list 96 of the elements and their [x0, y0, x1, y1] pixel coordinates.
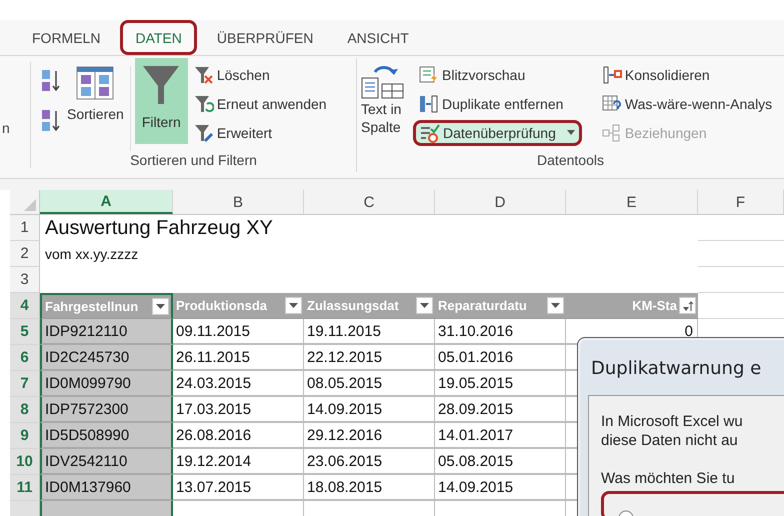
column-title: Zulassungsdat [307, 298, 399, 313]
row-number[interactable]: 6 [10, 345, 40, 371]
group-label: n [1, 120, 10, 136]
table-cell: 05.01.2016 [435, 345, 566, 371]
table-cell: 18.08.2015 [304, 475, 435, 501]
table-cell: 29.12.2016 [304, 423, 435, 449]
ribbon-command[interactable]: Was-wäre-wenn-Analys [596, 91, 778, 117]
column-title: Produktionsda [176, 298, 268, 313]
group-label: Datentools [536, 152, 605, 170]
filter-button[interactable]: Filtern [134, 58, 188, 144]
table-cell: 23.06.2015 [304, 449, 435, 475]
radio-button[interactable] [618, 510, 634, 516]
question-text: Was möchten Sie tu [601, 470, 736, 487]
caret-icon [420, 302, 429, 308]
row-number[interactable]: 9 [10, 423, 40, 449]
table-cell: ID2C245730 [40, 345, 173, 371]
table-cell: 26.11.2015 [173, 345, 304, 371]
row-number[interactable]: 8 [10, 397, 40, 423]
text-to-columns-button[interactable]: Text in Spalte [357, 58, 413, 136]
row-number[interactable]: 3 [10, 267, 40, 293]
row-number[interactable]: 5 [10, 319, 40, 345]
funnel-pencil-icon [194, 123, 214, 143]
column-title: Fahrgestellnun [45, 299, 138, 314]
column-header[interactable]: F [698, 190, 784, 214]
text-columns-icon [361, 64, 405, 100]
table-cell: ID0M099790 [40, 371, 173, 397]
table-cell: 13.07.2015 [173, 475, 304, 501]
caret-icon [566, 130, 575, 136]
ribbon-command[interactable]: Löschen [188, 62, 333, 88]
ribbon-command[interactable]: Datenüberprüfung [413, 120, 582, 146]
table-cell: 19.11.2015 [304, 319, 435, 345]
funnel-refresh-icon [194, 94, 214, 114]
caret-icon [156, 304, 165, 310]
row-number[interactable]: 1 [10, 215, 40, 241]
table-cell: 22.12.2015 [304, 345, 435, 371]
message-text: diese Daten nicht au [601, 431, 739, 450]
group-label: Sortieren und Filtern [129, 152, 258, 170]
table-cell: IDP7572300 [40, 397, 173, 423]
table-cell: 17.03.2015 [173, 397, 304, 423]
columns-arrow-icon [419, 94, 439, 114]
table-cell: 19.05.2015 [435, 371, 566, 397]
table-cell: 24.03.2015 [173, 371, 304, 397]
dialog-title: Duplikatwarnung e [590, 357, 762, 379]
table-cell: 14.01.2017 [435, 423, 566, 449]
table-cell: 26.08.2016 [173, 423, 304, 449]
merge-squares-icon [602, 65, 622, 85]
row-number[interactable]: 4 [10, 293, 40, 319]
table-cell: IDV2542110 [40, 449, 173, 475]
table-cell: ID5D508990 [40, 423, 173, 449]
sort-dialog-icon[interactable] [76, 66, 114, 100]
ribbon-command[interactable]: Erweitert [188, 120, 333, 146]
row-number[interactable]: 11 [10, 475, 40, 501]
table-cell: ID0M137960 [40, 475, 173, 501]
ribbon-command[interactable]: Konsolidieren [596, 62, 778, 88]
linked-boxes-icon [602, 123, 622, 143]
table-cell: 31.10.2016 [435, 319, 566, 345]
table-cell: 14.09.2015 [304, 397, 435, 423]
filter-dropdown-button[interactable] [152, 298, 169, 315]
message-text: In Microsoft Excel wu [601, 412, 744, 431]
sort-filter-button[interactable] [679, 297, 696, 314]
ribbon-command[interactable]: Erneut anwenden [188, 91, 333, 117]
ribbon-tab[interactable]: ANSICHT [333, 20, 423, 55]
row-number[interactable]: 2 [10, 241, 40, 267]
column-header[interactable]: C [304, 190, 435, 214]
ribbon-command[interactable]: Blitzvorschau [413, 62, 582, 88]
table-cell: 09.11.2015 [173, 319, 304, 345]
cell-text: vom xx.yy.zzzz [45, 246, 138, 262]
column-header[interactable]: E [566, 190, 698, 214]
column-title: KM-Sta [632, 298, 677, 313]
sort-button[interactable]: Sortieren [67, 106, 124, 122]
ribbon-tab[interactable]: FORMELN [18, 20, 114, 55]
column-header[interactable]: B [173, 190, 304, 214]
filter-dropdown-button[interactable] [416, 297, 433, 314]
row-number[interactable]: 10 [10, 449, 40, 475]
flash-list-icon [419, 65, 439, 85]
column-title: Reparaturdatu [438, 298, 527, 313]
table-cell: 28.09.2015 [435, 397, 566, 423]
filter-dropdown-button[interactable] [285, 297, 302, 314]
ribbon-tab[interactable]: ÜBERPRÜFEN [202, 20, 328, 55]
table-cell: 14.09.2015 [435, 475, 566, 501]
column-header[interactable]: D [435, 190, 566, 214]
filter-dropdown-button[interactable] [547, 297, 564, 314]
caret-icon [289, 302, 298, 308]
table-cell: IDP9212110 [40, 319, 173, 345]
row-number[interactable]: 7 [10, 371, 40, 397]
ribbon-command[interactable]: Duplikate entfernen [413, 91, 582, 117]
sort-caret-icon [682, 300, 694, 312]
ribbon-tab[interactable]: DATEN [120, 20, 197, 55]
column-header[interactable]: A [40, 190, 173, 214]
table-cell: 08.05.2015 [304, 371, 435, 397]
caret-icon [551, 302, 560, 308]
checklist-icon [420, 123, 440, 143]
cell-text: Auswertung Fahrzeug XY [45, 216, 273, 240]
table-cell: 19.12.2014 [173, 449, 304, 475]
funnel-cross-icon [194, 65, 214, 85]
table-cell: 05.08.2015 [435, 449, 566, 475]
